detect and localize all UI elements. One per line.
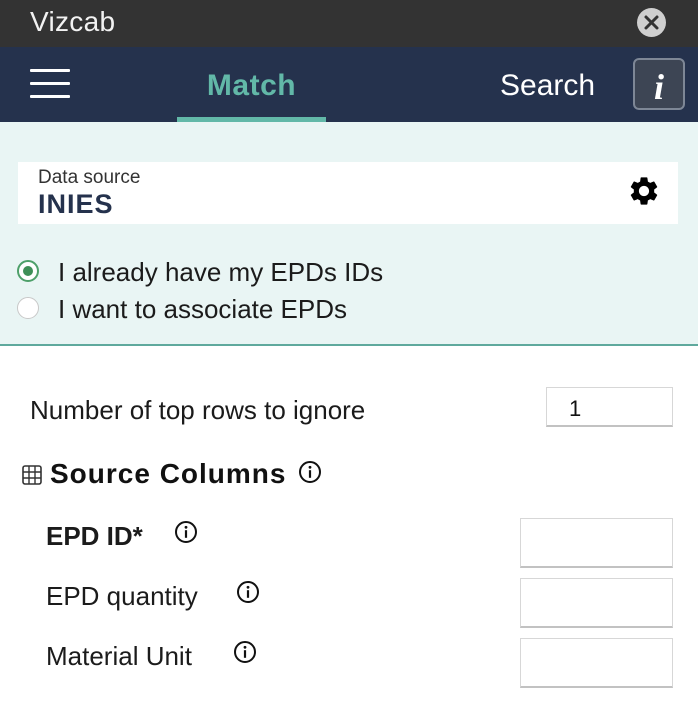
- radio-selected[interactable]: [17, 260, 39, 282]
- radio-unselected[interactable]: [17, 297, 39, 319]
- info-icon[interactable]: [174, 520, 198, 544]
- option-label: I already have my EPDs IDs: [58, 257, 384, 287]
- tab-match-label: Match: [206, 69, 297, 102]
- info-icon[interactable]: [236, 580, 260, 604]
- info-icon: i: [653, 67, 664, 107]
- option-label: I want to associate EPDs: [58, 294, 348, 324]
- info-icon[interactable]: [233, 640, 257, 664]
- close-icon: [644, 15, 659, 30]
- section-title: Source Columns: [50, 458, 287, 489]
- data-source-value: INIES: [38, 189, 114, 219]
- close-button[interactable]: [637, 8, 666, 37]
- info-button[interactable]: i: [633, 58, 685, 110]
- epd-quantity-input[interactable]: [520, 578, 673, 628]
- epd-id-label: EPD ID*: [46, 521, 143, 551]
- hamburger-menu-icon[interactable]: [30, 69, 70, 99]
- data-source-label: Data source: [38, 167, 141, 188]
- rows-to-ignore-input[interactable]: 1: [546, 387, 673, 427]
- app-title: Vizcab: [30, 6, 116, 37]
- nav-bar: Match Search i: [0, 47, 698, 122]
- material-unit-input[interactable]: [520, 638, 673, 688]
- table-icon: [22, 465, 42, 485]
- gear-icon[interactable]: [627, 174, 661, 208]
- data-source-card[interactable]: Data source INIES: [18, 162, 678, 224]
- epd-quantity-label: EPD quantity: [46, 581, 198, 611]
- rows-to-ignore-label: Number of top rows to ignore: [30, 395, 366, 425]
- tab-search[interactable]: Search: [500, 69, 595, 103]
- title-bar: Vizcab: [0, 0, 698, 47]
- tab-match[interactable]: Match: [177, 47, 326, 122]
- info-icon[interactable]: [298, 460, 322, 484]
- data-source-panel: Data source INIES I already have my EPDs…: [0, 122, 698, 346]
- epd-id-input[interactable]: [520, 518, 673, 568]
- material-unit-label: Material Unit: [46, 641, 192, 671]
